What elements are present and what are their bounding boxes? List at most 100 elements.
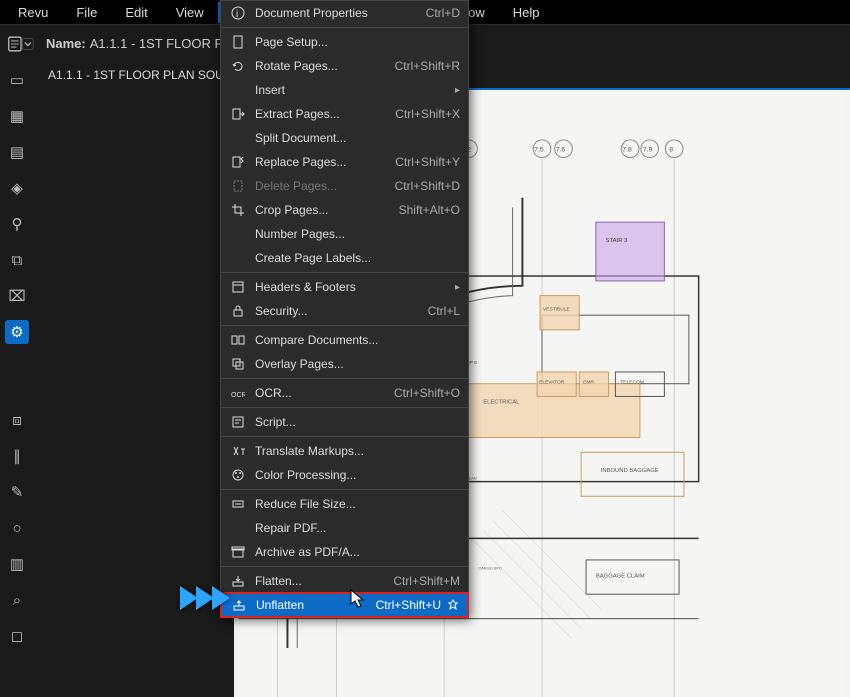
svg-text:INBOUND BAGGAGE: INBOUND BAGGAGE xyxy=(601,468,659,474)
pin-location-icon[interactable]: ⚲ xyxy=(5,212,29,236)
toolbox-icon[interactable]: ⌧ xyxy=(5,284,29,308)
scale-icon[interactable]: ▥ xyxy=(5,552,29,576)
menu-item-replace-pages[interactable]: Replace Pages...Ctrl+Shift+Y xyxy=(221,150,468,174)
menu-item-repair-pdf[interactable]: Repair PDF... xyxy=(221,516,468,540)
document-drop-icon[interactable] xyxy=(8,31,34,57)
panel-icon[interactable]: ▭ xyxy=(5,68,29,92)
draw-icon[interactable]: ✎ xyxy=(5,480,29,504)
compare-icon xyxy=(227,333,249,347)
menu-label: Color Processing... xyxy=(249,468,460,482)
svg-text:CARGO SPC: CARGO SPC xyxy=(478,566,502,571)
menu-label: Create Page Labels... xyxy=(249,251,460,265)
menu-item-create-page-labels[interactable]: Create Page Labels... xyxy=(221,246,468,270)
form-icon[interactable]: ⧉ xyxy=(5,248,29,272)
menubar-help[interactable]: Help xyxy=(499,2,554,23)
menu-item-extract-pages[interactable]: Extract Pages...Ctrl+Shift+X xyxy=(221,102,468,126)
extract-icon xyxy=(227,107,249,121)
menu-item-script[interactable]: Script... xyxy=(221,410,468,434)
menubar-file[interactable]: File xyxy=(62,2,111,23)
menu-shortcut: Ctrl+Shift+X xyxy=(395,107,460,121)
svg-text:TELECOM: TELECOM xyxy=(620,380,644,386)
menu-item-number-pages[interactable]: Number Pages... xyxy=(221,222,468,246)
menu-item-document-properties[interactable]: i Document PropertiesCtrl+D xyxy=(221,1,468,25)
shape-icon[interactable]: ◻ xyxy=(5,624,29,648)
gear-settings-icon[interactable]: ⚙ xyxy=(5,320,29,344)
menu-item-translate-markups[interactable]: Translate Markups... xyxy=(221,439,468,463)
svg-text:8: 8 xyxy=(669,147,673,154)
menu-label: Delete Pages... xyxy=(249,179,395,193)
menu-label: Page Setup... xyxy=(249,35,460,49)
svg-text:7.8: 7.8 xyxy=(622,147,632,154)
viewport-icon[interactable]: ⧈ xyxy=(5,408,29,432)
menu-item-ocr[interactable]: OCROCR...Ctrl+Shift+O xyxy=(221,381,468,405)
menu-label: Reduce File Size... xyxy=(249,497,460,511)
menu-label: Crop Pages... xyxy=(249,203,399,217)
pin-icon[interactable] xyxy=(447,599,459,611)
submenu-arrow-icon: ▸ xyxy=(455,85,460,96)
menu-label: Number Pages... xyxy=(249,227,460,241)
menu-item-split-document[interactable]: Split Document... xyxy=(221,126,468,150)
overlay-icon xyxy=(227,357,249,371)
menu-item-security[interactable]: Security...Ctrl+L xyxy=(221,299,468,323)
menu-item-reduce-file-size[interactable]: Reduce File Size... xyxy=(221,492,468,516)
archive-icon xyxy=(227,545,249,559)
menu-label: Replace Pages... xyxy=(249,155,395,169)
menu-shortcut: Ctrl+Shift+O xyxy=(394,386,460,400)
menu-shortcut: Ctrl+Shift+D xyxy=(395,179,460,193)
reduce-icon xyxy=(227,497,249,511)
color-icon xyxy=(227,468,249,482)
menu-item-crop-pages[interactable]: Crop Pages...Shift+Alt+O xyxy=(221,198,468,222)
script-icon xyxy=(227,415,249,429)
menu-item-archive-as-pdf-a[interactable]: Archive as PDF/A... xyxy=(221,540,468,564)
document-icon[interactable]: ▤ xyxy=(5,140,29,164)
menu-item-overlay-pages[interactable]: Overlay Pages... xyxy=(221,352,468,376)
menubar-view[interactable]: View xyxy=(162,2,218,23)
menubar-edit[interactable]: Edit xyxy=(111,2,161,23)
translate-icon xyxy=(227,444,249,458)
menu-shortcut: Ctrl+Shift+U xyxy=(376,598,441,612)
svg-text:ELECTRICAL: ELECTRICAL xyxy=(483,399,520,405)
search-icon[interactable]: ⌕ xyxy=(5,588,29,612)
menu-label: Script... xyxy=(249,415,460,429)
menu-label: Translate Markups... xyxy=(249,444,460,458)
info-icon: i xyxy=(227,6,249,20)
menu-item-delete-pages: Delete Pages...Ctrl+Shift+D xyxy=(221,174,468,198)
menu-label: Overlay Pages... xyxy=(249,357,460,371)
highlight-arrows xyxy=(178,580,238,616)
name-label: Name: xyxy=(46,36,86,51)
menu-label: Insert xyxy=(249,83,455,97)
menu-label: Compare Documents... xyxy=(249,333,460,347)
menu-label: OCR... xyxy=(249,386,394,400)
menu-item-headers-footers[interactable]: Headers & Footers▸ xyxy=(221,275,468,299)
menu-label: Headers & Footers xyxy=(249,280,455,294)
ocr-icon: OCR xyxy=(227,386,249,400)
menu-item-insert[interactable]: Insert▸ xyxy=(221,78,468,102)
menu-label: Split Document... xyxy=(249,131,460,145)
menu-label: Rotate Pages... xyxy=(249,59,395,73)
menubar-revu[interactable]: Revu xyxy=(4,2,62,23)
lock-icon xyxy=(227,304,249,318)
menu-label: Document Properties xyxy=(249,6,426,20)
text-tool-icon[interactable]: ○ xyxy=(5,516,29,540)
menu-item-compare-documents[interactable]: Compare Documents... xyxy=(221,328,468,352)
menu-item-rotate-pages[interactable]: Rotate Pages...Ctrl+Shift+R xyxy=(221,54,468,78)
menu-item-color-processing[interactable]: Color Processing... xyxy=(221,463,468,487)
svg-text:i: i xyxy=(236,9,238,20)
page-icon xyxy=(227,35,249,49)
menu-label: Unflatten xyxy=(250,598,376,612)
grid-icon[interactable]: ▦ xyxy=(5,104,29,128)
menu-label: Extract Pages... xyxy=(249,107,395,121)
menu-shortcut: Ctrl+D xyxy=(426,6,460,20)
menu-item-page-setup[interactable]: Page Setup... xyxy=(221,30,468,54)
replace-icon xyxy=(227,155,249,169)
menu-shortcut: Shift+Alt+O xyxy=(399,203,460,217)
svg-text:7.6: 7.6 xyxy=(556,147,566,154)
menu-item-unflatten[interactable]: UnflattenCtrl+Shift+U xyxy=(220,592,469,618)
submenu-arrow-icon: ▸ xyxy=(455,282,460,293)
layers-icon[interactable]: ◈ xyxy=(5,176,29,200)
menu-shortcut: Ctrl+L xyxy=(428,304,460,318)
document-menu: i Document PropertiesCtrl+D Page Setup... R… xyxy=(220,0,469,618)
svg-text:EMR: EMR xyxy=(583,380,594,386)
menu-item-flatten[interactable]: Flatten...Ctrl+Shift+M xyxy=(221,569,468,593)
measure-icon[interactable]: ∥ xyxy=(5,444,29,468)
